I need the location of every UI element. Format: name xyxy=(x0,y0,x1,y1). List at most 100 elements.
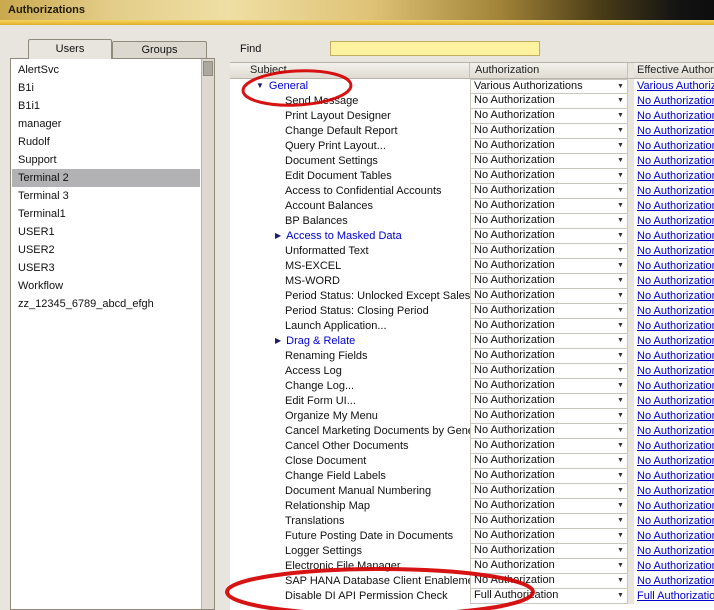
authorization-dropdown[interactable]: No Authorization▼ xyxy=(470,514,628,529)
user-list-item[interactable]: B1i1 xyxy=(12,97,200,115)
user-list-item[interactable]: Terminal1 xyxy=(12,205,200,223)
subject-cell[interactable]: Cancel Marketing Documents by Generati xyxy=(230,424,470,439)
subject-cell[interactable]: Access Log xyxy=(230,364,470,379)
effective-authorization-link[interactable]: No Authorization xyxy=(637,275,714,287)
chevron-down-icon[interactable]: ▼ xyxy=(614,109,627,123)
authorization-dropdown[interactable]: No Authorization▼ xyxy=(470,289,628,304)
effective-authorization-link[interactable]: No Authorization xyxy=(637,110,714,122)
effective-authorization-link[interactable]: No Authorization xyxy=(637,380,714,392)
chevron-down-icon[interactable]: ▼ xyxy=(614,124,627,138)
subject-cell[interactable]: Change Log... xyxy=(230,379,470,394)
effective-authorization-link[interactable]: No Authorization xyxy=(637,575,714,587)
effective-authorization-link[interactable]: No Authorization xyxy=(637,170,714,182)
effective-authorization-link[interactable]: No Authorization xyxy=(637,545,714,557)
authorization-dropdown[interactable]: No Authorization▼ xyxy=(470,244,628,259)
subject-cell[interactable]: Edit Document Tables xyxy=(230,169,470,184)
chevron-down-icon[interactable]: ▼ xyxy=(614,469,627,483)
chevron-down-icon[interactable]: ▼ xyxy=(614,139,627,153)
subject-cell[interactable]: Cancel Other Documents xyxy=(230,439,470,454)
effective-authorization-link[interactable]: No Authorization xyxy=(637,260,714,272)
chevron-down-icon[interactable]: ▼ xyxy=(614,559,627,573)
authorization-dropdown[interactable]: No Authorization▼ xyxy=(470,229,628,244)
effective-authorization-link[interactable]: No Authorization xyxy=(637,410,714,422)
subject-cell[interactable]: Organize My Menu xyxy=(230,409,470,424)
authorization-dropdown[interactable]: No Authorization▼ xyxy=(470,349,628,364)
chevron-down-icon[interactable]: ▼ xyxy=(614,364,627,378)
chevron-down-icon[interactable]: ▼ xyxy=(614,439,627,453)
subject-cell[interactable]: Renaming Fields xyxy=(230,349,470,364)
effective-authorization-link[interactable]: No Authorization xyxy=(637,155,714,167)
effective-authorization-link[interactable]: Full Authorization xyxy=(637,590,714,602)
authorization-dropdown[interactable]: No Authorization▼ xyxy=(470,139,628,154)
authorization-dropdown[interactable]: No Authorization▼ xyxy=(470,169,628,184)
effective-authorization-link[interactable]: No Authorization xyxy=(637,455,714,467)
authorization-dropdown[interactable]: Full Authorization▼ xyxy=(470,589,628,604)
chevron-down-icon[interactable]: ▼ xyxy=(614,379,627,393)
chevron-down-icon[interactable]: ▼ xyxy=(614,199,627,213)
effective-authorization-link[interactable]: No Authorization xyxy=(637,290,714,302)
expand-arrow-icon[interactable]: ▶ xyxy=(275,229,281,243)
effective-authorization-link[interactable]: No Authorization xyxy=(637,305,714,317)
authorization-dropdown[interactable]: No Authorization▼ xyxy=(470,484,628,499)
authorization-dropdown[interactable]: No Authorization▼ xyxy=(470,94,628,109)
user-list-item[interactable]: Terminal 2 xyxy=(12,169,200,187)
chevron-down-icon[interactable]: ▼ xyxy=(614,424,627,438)
subject-cell[interactable]: Disable DI API Permission Check xyxy=(230,589,470,604)
authorization-dropdown[interactable]: No Authorization▼ xyxy=(470,379,628,394)
subject-cell[interactable]: ▶Access to Masked Data xyxy=(230,229,470,244)
subject-cell[interactable]: Edit Form UI... xyxy=(230,394,470,409)
subject-cell[interactable]: Close Document xyxy=(230,454,470,469)
chevron-down-icon[interactable]: ▼ xyxy=(614,169,627,183)
subject-cell[interactable]: Period Status: Closing Period xyxy=(230,304,470,319)
subject-cell[interactable]: Access to Confidential Accounts xyxy=(230,184,470,199)
user-list-item[interactable]: Workflow xyxy=(12,277,200,295)
user-list-scrollbar[interactable] xyxy=(201,59,214,609)
effective-authorization-link[interactable]: No Authorization xyxy=(637,335,714,347)
subject-cell[interactable]: Document Manual Numbering xyxy=(230,484,470,499)
effective-authorization-link[interactable]: No Authorization xyxy=(637,425,714,437)
chevron-down-icon[interactable]: ▼ xyxy=(614,289,627,303)
effective-authorization-link[interactable]: No Authorization xyxy=(637,365,714,377)
authorization-dropdown[interactable]: No Authorization▼ xyxy=(470,184,628,199)
authorization-dropdown[interactable]: No Authorization▼ xyxy=(470,454,628,469)
effective-authorization-link[interactable]: No Authorization xyxy=(637,245,714,257)
authorization-dropdown[interactable]: Various Authorizations▼ xyxy=(470,79,628,94)
user-list-item[interactable]: B1i xyxy=(12,79,200,97)
chevron-down-icon[interactable]: ▼ xyxy=(614,244,627,258)
authorization-dropdown[interactable]: No Authorization▼ xyxy=(470,304,628,319)
effective-authorization-link[interactable]: No Authorization xyxy=(637,470,714,482)
authorization-dropdown[interactable]: No Authorization▼ xyxy=(470,109,628,124)
authorization-dropdown[interactable]: No Authorization▼ xyxy=(470,394,628,409)
authorization-dropdown[interactable]: No Authorization▼ xyxy=(470,199,628,214)
tab-users[interactable]: Users xyxy=(28,39,112,59)
chevron-down-icon[interactable]: ▼ xyxy=(614,394,627,408)
subject-cell[interactable]: Send Message xyxy=(230,94,470,109)
authorization-dropdown[interactable]: No Authorization▼ xyxy=(470,259,628,274)
effective-authorization-link[interactable]: No Authorization xyxy=(637,560,714,572)
user-list-item[interactable]: zz_12345_6789_abcd_efgh xyxy=(12,295,200,313)
subject-cell[interactable]: MS-WORD xyxy=(230,274,470,289)
effective-authorization-link[interactable]: No Authorization xyxy=(637,530,714,542)
effective-authorization-link[interactable]: No Authorization xyxy=(637,185,714,197)
user-list-item[interactable]: USER3 xyxy=(12,259,200,277)
chevron-down-icon[interactable]: ▼ xyxy=(614,259,627,273)
chevron-down-icon[interactable]: ▼ xyxy=(614,574,627,588)
effective-authorization-link[interactable]: No Authorization xyxy=(637,95,714,107)
effective-authorization-link[interactable]: Various Authorization xyxy=(637,80,714,92)
user-list-item[interactable]: USER2 xyxy=(12,241,200,259)
subject-cell[interactable]: ▼General xyxy=(230,79,470,94)
subject-cell[interactable]: Unformatted Text xyxy=(230,244,470,259)
authorization-dropdown[interactable]: No Authorization▼ xyxy=(470,154,628,169)
user-list-item[interactable]: Rudolf xyxy=(12,133,200,151)
effective-authorization-link[interactable]: No Authorization xyxy=(637,350,714,362)
effective-authorization-link[interactable]: No Authorization xyxy=(637,515,714,527)
user-list-item[interactable]: USER1 xyxy=(12,223,200,241)
collapse-arrow-icon[interactable]: ▼ xyxy=(256,79,264,93)
chevron-down-icon[interactable]: ▼ xyxy=(614,409,627,423)
effective-authorization-link[interactable]: No Authorization xyxy=(637,140,714,152)
chevron-down-icon[interactable]: ▼ xyxy=(614,94,627,108)
authorization-dropdown[interactable]: No Authorization▼ xyxy=(470,544,628,559)
user-list-item[interactable]: Support xyxy=(12,151,200,169)
effective-authorization-link[interactable]: No Authorization xyxy=(637,500,714,512)
subject-cell[interactable]: Change Field Labels xyxy=(230,469,470,484)
